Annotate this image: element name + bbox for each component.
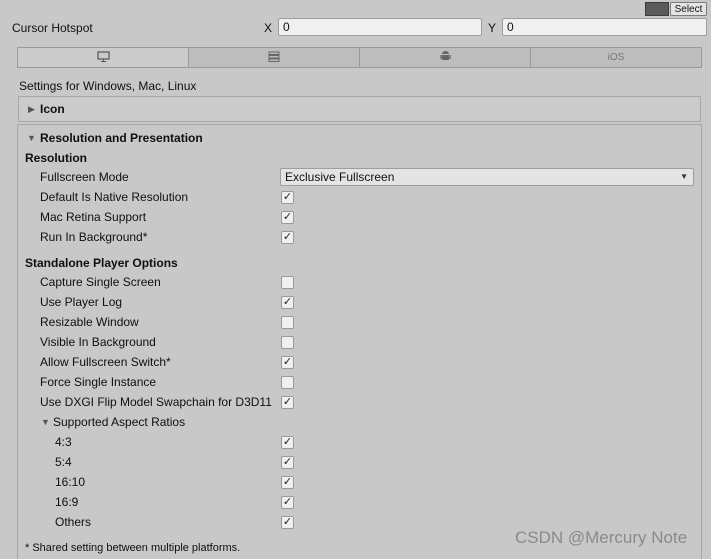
default-native-resolution-label: Default Is Native Resolution bbox=[40, 190, 189, 204]
fullscreen-mode-value: Exclusive Fullscreen bbox=[285, 170, 395, 184]
x-input[interactable]: 0 bbox=[278, 18, 482, 36]
allow-fullscreen-switch-label: Allow Fullscreen Switch* bbox=[40, 355, 171, 369]
resolution-heading: Resolution bbox=[25, 151, 87, 165]
monitor-icon bbox=[96, 50, 110, 65]
capture-single-screen-label: Capture Single Screen bbox=[40, 275, 161, 289]
mac-retina-support-checkbox[interactable]: ✓ bbox=[281, 211, 294, 224]
fullscreen-mode-dropdown[interactable]: Exclusive Fullscreen ▼ bbox=[280, 168, 694, 186]
mac-retina-support-label: Mac Retina Support bbox=[40, 210, 147, 224]
use-player-log-label: Use Player Log bbox=[40, 295, 123, 309]
aspect-others-label: Others bbox=[55, 515, 92, 529]
aspect-16-10-label: 16:10 bbox=[55, 475, 86, 489]
aspect-ratios-triangle-icon: ▼ bbox=[41, 417, 50, 427]
select-button[interactable]: Select bbox=[670, 2, 707, 16]
fullscreen-mode-label: Fullscreen Mode bbox=[40, 170, 129, 184]
aspect-4-3-label: 4:3 bbox=[55, 435, 72, 449]
resolution-presentation-title[interactable]: Resolution and Presentation bbox=[40, 130, 203, 146]
watermark: CSDN @Mercury Note bbox=[515, 528, 688, 547]
shared-setting-footnote: * Shared setting between multiple platfo… bbox=[25, 542, 241, 554]
aspect-16-10-checkbox[interactable]: ✓ bbox=[281, 476, 294, 489]
visible-in-background-checkbox[interactable] bbox=[281, 336, 294, 349]
cursor-hotspot-label: Cursor Hotspot bbox=[12, 21, 93, 35]
resizable-window-label: Resizable Window bbox=[40, 315, 139, 329]
collapsed-triangle-icon: ▶ bbox=[28, 104, 35, 114]
capture-single-screen-checkbox[interactable] bbox=[281, 276, 294, 289]
aspect-4-3-checkbox[interactable]: ✓ bbox=[281, 436, 294, 449]
x-label: X bbox=[264, 21, 273, 35]
aspect-16-9-label: 16:9 bbox=[55, 495, 79, 509]
allow-fullscreen-switch-checkbox[interactable]: ✓ bbox=[281, 356, 294, 369]
tab-standalone[interactable] bbox=[18, 48, 189, 67]
icon-section-title: Icon bbox=[40, 102, 65, 116]
standalone-heading: Standalone Player Options bbox=[25, 256, 178, 270]
use-player-log-checkbox[interactable]: ✓ bbox=[281, 296, 294, 309]
y-input[interactable]: 0 bbox=[502, 18, 707, 36]
resizable-window-checkbox[interactable] bbox=[281, 316, 294, 329]
icon-foldout[interactable] bbox=[18, 96, 701, 122]
default-native-resolution-checkbox[interactable]: ✓ bbox=[281, 191, 294, 204]
y-label: Y bbox=[488, 21, 497, 35]
aspect-ratios-foldout[interactable]: Supported Aspect Ratios bbox=[53, 414, 185, 430]
aspect-5-4-checkbox[interactable]: ✓ bbox=[281, 456, 294, 469]
tab-ios[interactable]: iOS bbox=[531, 48, 701, 67]
platform-tabs: iOS bbox=[17, 47, 702, 68]
expanded-triangle-icon: ▼ bbox=[27, 133, 36, 143]
run-in-background-label: Run In Background* bbox=[40, 230, 148, 244]
dxgi-flip-model-label: Use DXGI Flip Model Swapchain for D3D11 bbox=[40, 395, 272, 409]
aspect-5-4-label: 5:4 bbox=[55, 455, 72, 469]
server-icon bbox=[268, 51, 280, 65]
tab-server[interactable] bbox=[189, 48, 360, 67]
aspect-16-9-checkbox[interactable]: ✓ bbox=[281, 496, 294, 509]
settings-header: Settings for Windows, Mac, Linux bbox=[19, 79, 197, 93]
dxgi-flip-model-checkbox[interactable]: ✓ bbox=[281, 396, 294, 409]
run-in-background-checkbox[interactable]: ✓ bbox=[281, 231, 294, 244]
force-single-instance-label: Force Single Instance bbox=[40, 375, 157, 389]
visible-in-background-label: Visible In Background bbox=[40, 335, 156, 349]
android-icon bbox=[439, 50, 451, 65]
force-single-instance-checkbox[interactable] bbox=[281, 376, 294, 389]
tab-android[interactable] bbox=[360, 48, 531, 67]
aspect-others-checkbox[interactable]: ✓ bbox=[281, 516, 294, 529]
dropdown-arrow-icon: ▼ bbox=[680, 172, 688, 181]
preview-thumbnail bbox=[645, 2, 669, 16]
